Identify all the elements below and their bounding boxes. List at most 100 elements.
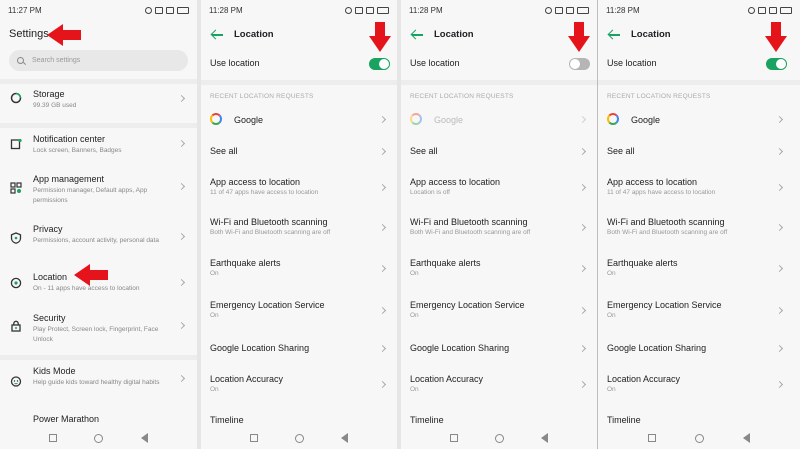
privacy-shield-icon <box>10 232 22 244</box>
back-arrow-icon[interactable] <box>411 30 423 40</box>
page-title: Location <box>631 29 671 40</box>
row-sub: On <box>607 270 616 277</box>
location-row[interactable]: Location Accuracy On <box>210 374 283 393</box>
use-location-toggle[interactable] <box>369 58 390 70</box>
section-header: RECENT LOCATION REQUESTS <box>410 93 514 100</box>
see-all-link[interactable]: See all <box>607 146 635 156</box>
nav-bar <box>598 427 800 449</box>
back-button[interactable] <box>541 433 549 443</box>
status-time: 11:28 PM <box>409 5 443 15</box>
location-row[interactable]: Earthquake alerts On <box>410 258 481 277</box>
settings-item-security[interactable]: Security Play Protect, Screen lock, Fing… <box>0 310 197 350</box>
search-icon <box>17 57 24 64</box>
status-icons <box>748 6 792 14</box>
settings-item-sub: Play Protect, Screen lock, Fingerprint, … <box>33 326 159 343</box>
home-button[interactable] <box>294 433 304 443</box>
google-icon <box>410 113 422 125</box>
row-label: Timeline <box>410 415 444 425</box>
settings-item-storage[interactable]: Storage 99.39 GB used <box>0 86 197 120</box>
location-row[interactable]: Google Location Sharing <box>607 343 706 353</box>
settings-screen: 11:27 PM Settings Search settings Storag… <box>0 0 197 449</box>
see-all-link[interactable]: See all <box>210 146 238 156</box>
recents-button[interactable] <box>48 434 57 442</box>
chevron-right-icon <box>177 374 186 383</box>
google-icon <box>607 113 619 125</box>
row-label: Wi-Fi and Bluetooth scanning <box>607 217 725 227</box>
chevron-right-icon <box>378 264 387 273</box>
location-row[interactable]: Timeline <box>607 415 641 425</box>
location-row[interactable]: Google Location Sharing <box>410 343 509 353</box>
location-row[interactable]: Earthquake alerts On <box>607 258 678 277</box>
nav-bar <box>0 427 197 449</box>
back-button[interactable] <box>141 433 149 443</box>
back-arrow-icon[interactable] <box>608 30 620 40</box>
recents-button[interactable] <box>647 434 656 442</box>
settings-item-power-marathon[interactable]: Power Marathon <box>0 412 197 426</box>
location-screen-off: 11:28 PM Location Use location RECENT LO… <box>401 0 597 449</box>
annotation-arrow <box>369 22 391 52</box>
chevron-right-icon <box>378 147 387 156</box>
battery-icon <box>780 6 792 14</box>
row-sub: On <box>210 270 219 277</box>
home-button[interactable] <box>494 433 504 443</box>
recent-request-google[interactable]: Google <box>234 115 263 125</box>
chevron-right-icon <box>378 223 387 232</box>
search-input[interactable]: Search settings <box>9 50 188 71</box>
location-row[interactable]: App access to location Location is off <box>410 177 500 196</box>
annotation-arrow <box>74 264 108 286</box>
annotation-arrow <box>568 22 590 52</box>
app-bar: Location <box>201 26 397 44</box>
home-button[interactable] <box>94 433 104 443</box>
location-row[interactable]: Earthquake alerts On <box>210 258 281 277</box>
recent-request-google[interactable]: Google <box>631 115 660 125</box>
location-row[interactable]: Timeline <box>210 415 244 425</box>
page-title: Settings <box>9 28 49 40</box>
chevron-right-icon <box>775 380 784 389</box>
location-row[interactable]: Location Accuracy On <box>410 374 483 393</box>
location-row[interactable]: Wi-Fi and Bluetooth scanning Both Wi-Fi a… <box>210 217 330 236</box>
use-location-toggle[interactable] <box>569 58 590 70</box>
use-location-toggle[interactable] <box>766 58 787 70</box>
chevron-right-icon <box>578 264 587 273</box>
location-row[interactable]: App access to location 11 of 47 apps have… <box>210 177 318 196</box>
location-row[interactable]: Wi-Fi and Bluetooth scanning Both Wi-Fi a… <box>607 217 727 236</box>
nav-bar <box>201 427 397 449</box>
see-all-link[interactable]: See all <box>410 146 438 156</box>
settings-item-notification-center[interactable]: Notification center Lock screen, Banners… <box>0 131 197 165</box>
annotation-arrow <box>47 24 81 46</box>
location-row[interactable]: App access to location 11 of 47 apps have… <box>607 177 715 196</box>
page-title: Location <box>234 29 274 40</box>
row-sub: Both Wi-Fi and Bluetooth scanning are of… <box>410 229 531 236</box>
back-arrow-icon[interactable] <box>211 30 223 40</box>
location-row[interactable]: Google Location Sharing <box>210 343 309 353</box>
location-row[interactable]: Wi-Fi and Bluetooth scanning Both Wi-Fi a… <box>410 217 530 236</box>
sync-icon <box>748 6 755 14</box>
chevron-right-icon <box>578 183 587 192</box>
home-button[interactable] <box>694 433 704 443</box>
recents-button[interactable] <box>449 434 458 442</box>
divider <box>0 355 197 360</box>
google-icon <box>210 113 222 125</box>
row-label: Emergency Location Service <box>410 300 525 310</box>
row-sub: On <box>607 386 616 393</box>
status-time: 11:28 PM <box>606 5 640 15</box>
back-button[interactable] <box>341 433 349 443</box>
location-row[interactable]: Location Accuracy On <box>607 374 680 393</box>
location-row[interactable]: Emergency Location Service On <box>210 300 325 319</box>
settings-item-privacy[interactable]: Privacy Permissions, account activity, p… <box>0 221 197 261</box>
signal-icon <box>366 6 374 14</box>
back-button[interactable] <box>743 433 751 443</box>
settings-item-app-management[interactable]: App management Permission manager, Defau… <box>0 171 197 211</box>
notification-icon <box>10 138 22 150</box>
location-row[interactable]: Emergency Location Service On <box>410 300 525 319</box>
settings-item-sub: Lock screen, Banners, Badges <box>33 147 122 154</box>
recents-button[interactable] <box>249 434 258 442</box>
settings-item-kids-mode[interactable]: Kids Mode Help guide kids toward healthy… <box>0 363 197 403</box>
recent-request-google[interactable]: Google <box>434 115 463 125</box>
row-label: Timeline <box>210 415 244 425</box>
row-sub: On <box>410 386 419 393</box>
chevron-right-icon <box>578 147 587 156</box>
location-row[interactable]: Timeline <box>410 415 444 425</box>
location-row[interactable]: Emergency Location Service On <box>607 300 722 319</box>
divider <box>0 123 197 128</box>
